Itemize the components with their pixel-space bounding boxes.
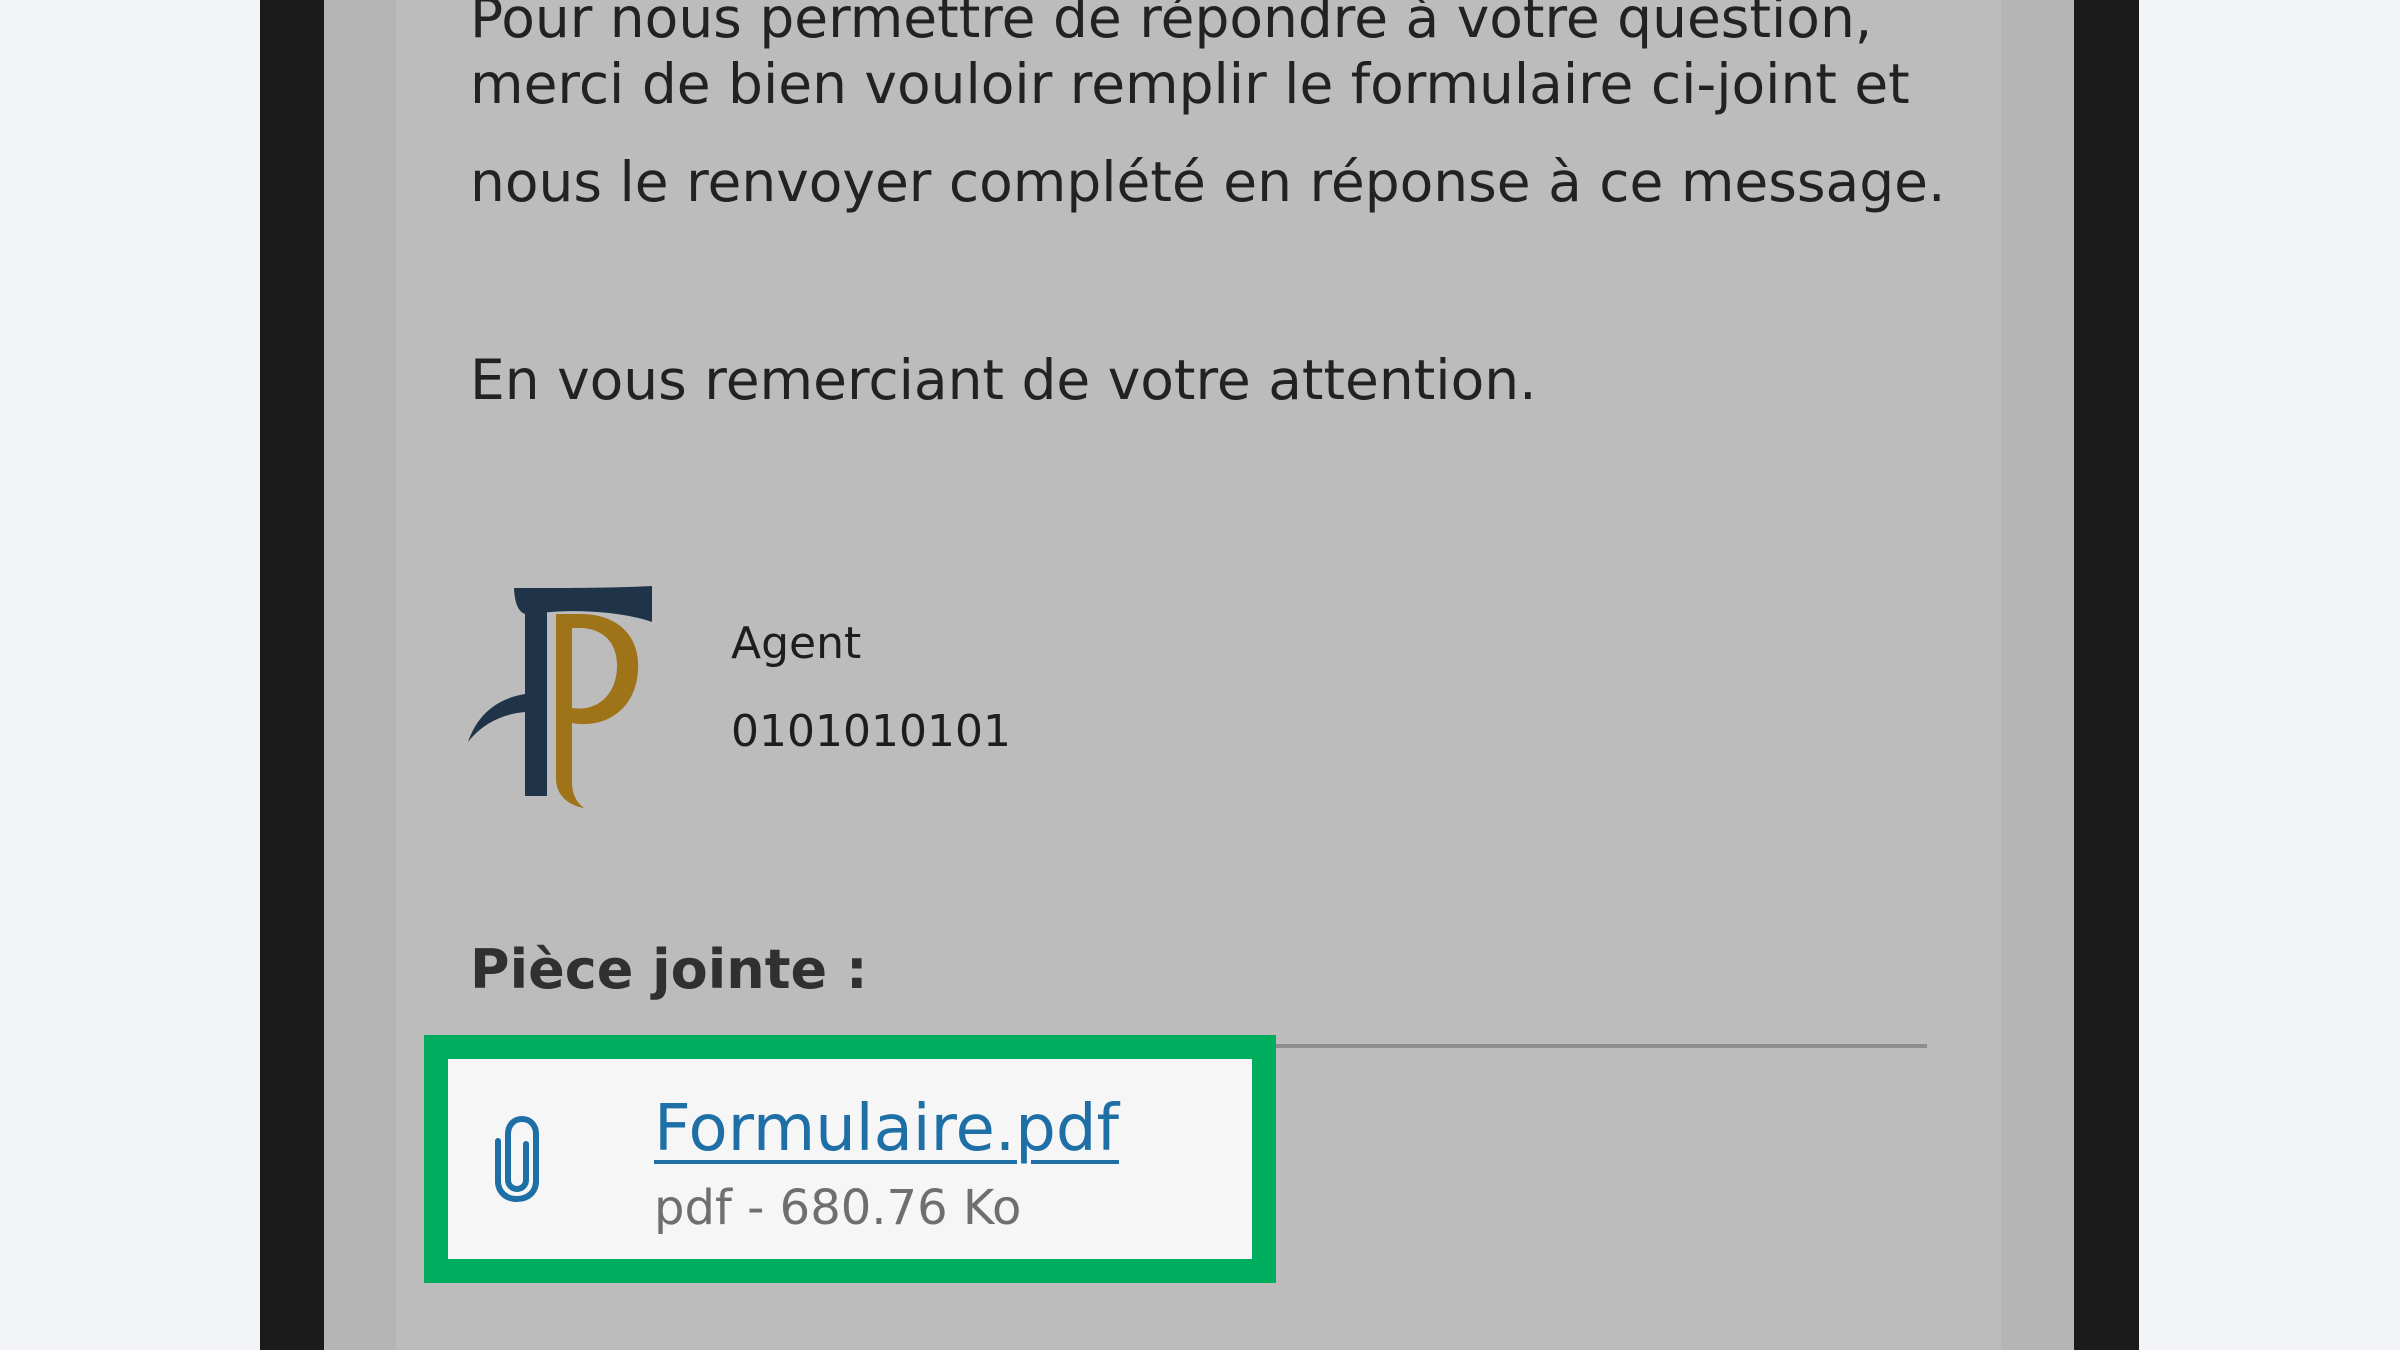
message-paragraph-line: nous le renvoyer complété en réponse à c… [470,150,1946,214]
paperclip-icon [495,1116,539,1202]
message-closing: En vous remerciant de votre attention. [470,348,1537,412]
attachment-item[interactable]: Formulaire.pdf pdf - 680.76 Ko [448,1059,1252,1259]
message-paragraph-line: merci de bien vouloir remplir le formula… [470,52,1910,116]
attachment-file-meta: pdf - 680.76 Ko [654,1180,1022,1236]
attachment-heading: Pièce jointe : [470,938,868,1001]
attachment-file-link[interactable]: Formulaire.pdf [654,1089,1119,1169]
agent-role: Agent [731,618,862,669]
agent-signature: Agent 0101010101 [731,600,1011,776]
agent-id: 0101010101 [731,706,1011,757]
agency-logo [468,586,652,808]
